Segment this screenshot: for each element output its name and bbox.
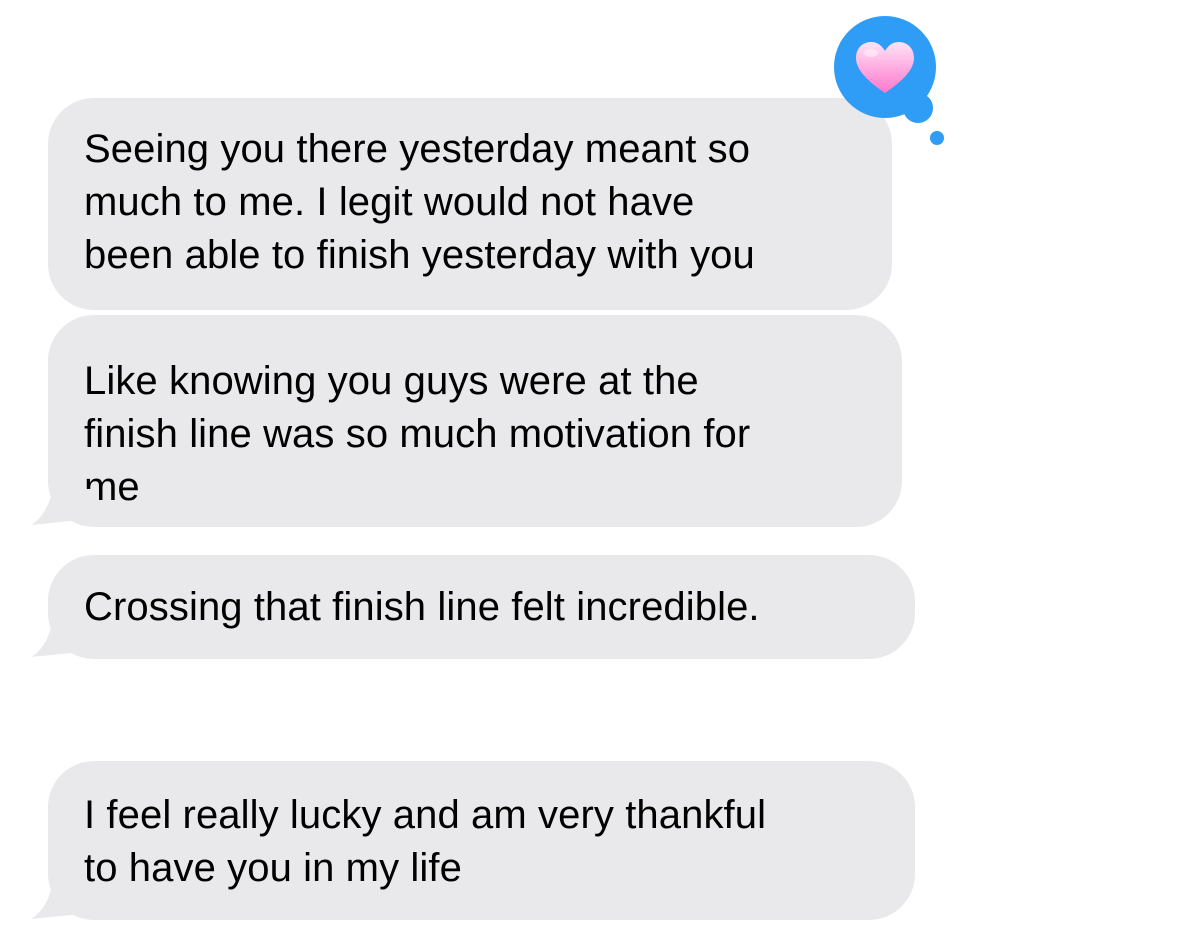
bubble-tail xyxy=(31,621,91,657)
message-bubble[interactable]: I feel really lucky and am very thankful… xyxy=(48,761,915,920)
bubble-tail xyxy=(31,883,91,919)
message-bubble[interactable]: Crossing that finish line felt incredibl… xyxy=(48,555,915,659)
message-bubble[interactable]: Like knowing you guys were at the finish… xyxy=(48,315,902,527)
message-bubble[interactable]: Seeing you there yesterday meant so much… xyxy=(48,98,892,310)
message-thread: Seeing you there yesterday meant so much… xyxy=(0,0,1179,943)
tapback-reaction[interactable] xyxy=(834,16,944,146)
bubble-tail xyxy=(31,489,91,525)
